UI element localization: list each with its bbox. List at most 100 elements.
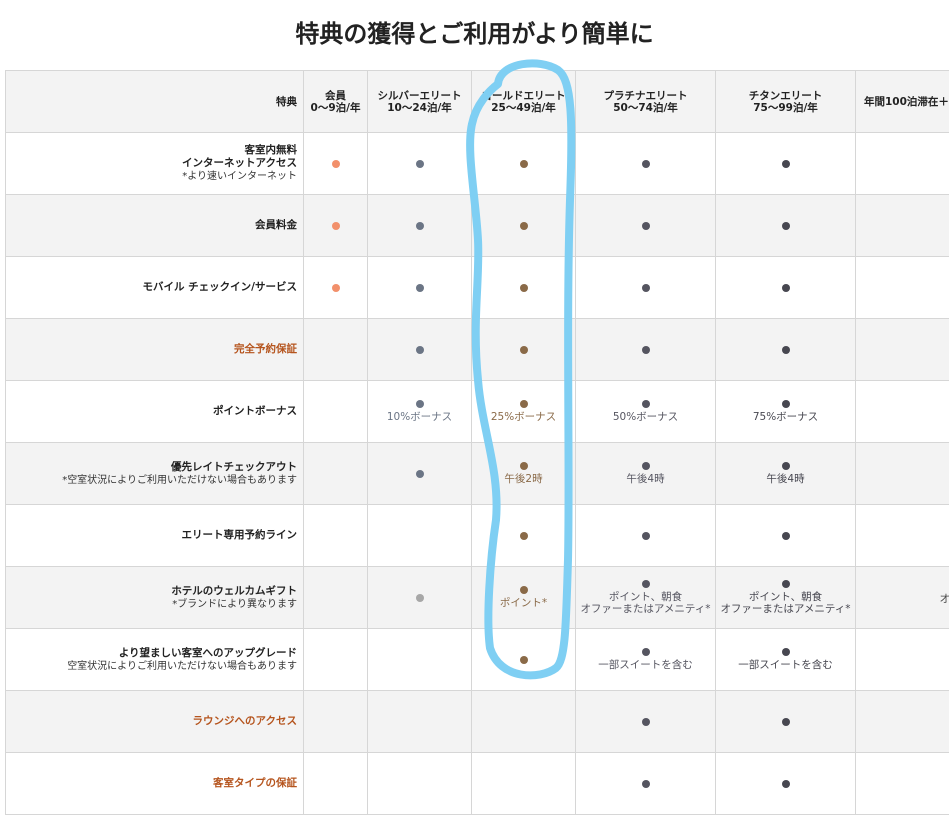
tier-name: ゴールドエリート [482,90,566,102]
benefit-cell: 午後2時 [472,443,576,504]
benefit-cell: ポイント、朝食オファーまたはアメニティ* [716,567,856,628]
benefit-cell [576,133,716,194]
benefit-cell: 午後4時 [716,443,856,504]
feature-name: 優先レイトチェックアウト [171,461,297,474]
included-dot-icon [520,284,528,292]
benefit-cell [856,629,949,690]
included-dot-icon [782,718,790,726]
included-dot-icon [416,222,424,230]
included-dot-icon [782,400,790,408]
benefit-detail: 午後2時 [504,473,542,485]
feature-name[interactable]: 客室タイプの保証 [213,777,297,790]
table-row: より望ましい客室へのアップグレード空室状況によりご利用いただけない場合もあります… [6,629,949,691]
feature-cell: 客室タイプの保証 [6,753,304,814]
feature-cell: ラウンジへのアクセス [6,691,304,752]
benefit-detail-line2: オファーまたはアメニティ* [580,603,710,615]
feature-cell: ホテルのウェルカムギフト*ブランドにより異なります [6,567,304,628]
tier-name: プラチナエリート [604,90,688,102]
included-dot-icon [520,222,528,230]
benefit-cell [304,133,368,194]
feature-cell: モバイル チェックイン/サービス [6,257,304,318]
benefit-cell [304,381,368,442]
table-row: ホテルのウェルカムギフト*ブランドにより異なります ポイント* ポイント、朝食オファ… [6,567,949,629]
included-dot-icon [642,346,650,354]
benefit-cell [368,257,472,318]
benefit-cell [472,319,576,380]
benefit-cell: 午後4時 [576,443,716,504]
included-dot-icon [332,284,340,292]
feature-name[interactable]: ラウンジへのアクセス [193,715,297,728]
included-dot-icon [416,470,424,478]
benefit-cell [368,443,472,504]
benefit-cell [716,195,856,256]
benefit-cell [716,133,856,194]
benefit-cell: オ [856,567,949,628]
header-tier-cell: チタンエリート75～99泊/年 [716,71,856,132]
benefit-detail: 75%ボーナス [753,411,818,423]
benefit-detail: 午後4時 [626,473,664,485]
benefit-detail: 50%ボーナス [613,411,678,423]
benefit-cell: 一部スイートを含む [716,629,856,690]
benefit-cell [716,753,856,814]
tier-name: シルバーエリート [378,90,462,102]
included-dot-icon [782,160,790,168]
included-dot-icon [642,400,650,408]
benefit-cell [304,753,368,814]
benefit-cell [472,691,576,752]
tier-nights: 75～99泊/年 [753,102,818,114]
included-dot-icon [642,462,650,470]
included-dot-icon [782,532,790,540]
benefit-cell [368,753,472,814]
table-row: 会員料金 [6,195,949,257]
header-feature-cell: 特典 [6,71,304,132]
benefit-cell [368,319,472,380]
benefit-cell [576,195,716,256]
benefit-cell [716,319,856,380]
included-dot-icon [642,580,650,588]
table-row: 客室タイプの保証 [6,753,949,815]
benefit-cell [576,319,716,380]
benefit-cell [472,753,576,814]
table-row: 客室内無料インターネットアクセス*より速いインターネット [6,133,949,195]
tier-nights: 10～24泊/年 [387,102,452,114]
feature-name[interactable]: 完全予約保証 [234,343,297,356]
feature-name: モバイル チェックイン/サービス [143,281,298,294]
included-dot-icon [416,160,424,168]
benefit-detail: ポイント* [500,597,547,609]
benefit-cell [368,195,472,256]
included-dot-icon [642,160,650,168]
benefit-cell [856,195,949,256]
included-dot-icon [642,222,650,230]
benefit-detail: 25%ボーナス [491,411,556,423]
header-feature-label: 特典 [276,96,297,108]
included-dot-icon [416,400,424,408]
benefit-cell [368,629,472,690]
included-dot-icon [416,284,424,292]
feature-name: より望ましい客室へのアップグレード [119,647,297,660]
feature-cell: ポイントボーナス [6,381,304,442]
included-dot-icon [520,656,528,664]
included-dot-icon [782,580,790,588]
included-dot-icon [782,780,790,788]
table-row: 完全予約保証 [6,319,949,381]
feature-cell: エリート専用予約ライン [6,505,304,566]
benefit-cell [856,443,949,504]
benefit-cell: ポイント、朝食オファーまたはアメニティ* [576,567,716,628]
included-dot-icon [520,532,528,540]
benefit-cell: 75%ボーナス [716,381,856,442]
tier-name: チタンエリート [749,90,823,102]
benefit-cell [304,505,368,566]
benefit-cell [304,691,368,752]
included-dot-icon [782,346,790,354]
benefit-detail: 一部スイートを含む [598,659,693,671]
included-dot-icon [332,160,340,168]
benefit-cell: 10%ボーナス [368,381,472,442]
benefit-detail: 午後4時 [766,473,804,485]
benefit-cell [304,567,368,628]
feature-note: 空室状況によりご利用いただけない場合もあります [67,660,297,673]
benefit-cell [856,505,949,566]
benefit-cell [856,381,949,442]
benefit-cell [472,195,576,256]
benefit-cell [472,133,576,194]
benefit-cell [576,505,716,566]
